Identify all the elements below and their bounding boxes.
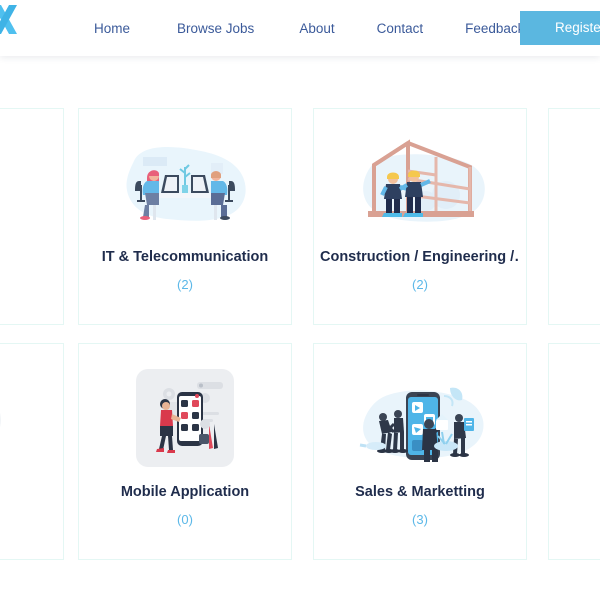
category-card[interactable]: Sales & Marketting (3) — [313, 343, 527, 560]
category-count: (2) — [177, 277, 193, 292]
nav-link-contact[interactable]: Contact — [377, 15, 424, 42]
category-count: (2) — [412, 277, 428, 292]
house-frame-workers-illustration-icon — [345, 129, 495, 237]
category-card[interactable]: Construction / Engineering /… (2) — [313, 108, 527, 325]
site-logo[interactable]: s — [0, 4, 25, 50]
category-title: Mobile Application — [120, 484, 250, 500]
medical-photo-illustration-icon — [580, 129, 600, 237]
art-frame — [136, 369, 234, 467]
header-inner: s Home Browse Jobs About Contact Feedbac… — [0, 0, 600, 56]
category-card[interactable]: Mobile Application (0) — [78, 343, 292, 560]
category-card[interactable]: IT & Telecommunication (2) — [78, 108, 292, 325]
primary-nav: Home Browse Jobs About Contact Feedback — [80, 0, 524, 56]
category-card[interactable]: …ment — [0, 108, 64, 325]
category-card[interactable]: …ment — [0, 343, 64, 560]
generic-illustration-icon — [0, 364, 32, 472]
nav-link-about[interactable]: About — [299, 15, 334, 42]
x-logo-mark-icon — [0, 4, 19, 35]
plant-illustration-icon — [580, 364, 600, 472]
people-around-phone-illustration-icon — [345, 364, 495, 472]
category-title: Sales & Marketting — [355, 484, 485, 500]
pin-illustration-icon — [0, 129, 32, 237]
category-section: …ment — [0, 56, 600, 600]
two-people-at-desks-illustration-icon — [110, 129, 260, 237]
category-count: (0) — [177, 512, 193, 527]
nav-link-browse-jobs[interactable]: Browse Jobs — [177, 15, 254, 42]
category-title: IT & Telecommunication — [101, 249, 269, 265]
category-card[interactable]: Banking — [548, 343, 600, 560]
category-title: Construction / Engineering /… — [320, 249, 520, 265]
woman-with-smartphone-illustration-icon — [110, 364, 260, 472]
nav-link-feedback[interactable]: Feedback — [465, 15, 524, 42]
nav-link-home[interactable]: Home — [94, 15, 130, 42]
site-header: s Home Browse Jobs About Contact Feedbac… — [0, 0, 600, 56]
category-card[interactable] — [548, 108, 600, 325]
register-button[interactable]: Register — [520, 11, 600, 45]
category-count: (3) — [412, 512, 428, 527]
